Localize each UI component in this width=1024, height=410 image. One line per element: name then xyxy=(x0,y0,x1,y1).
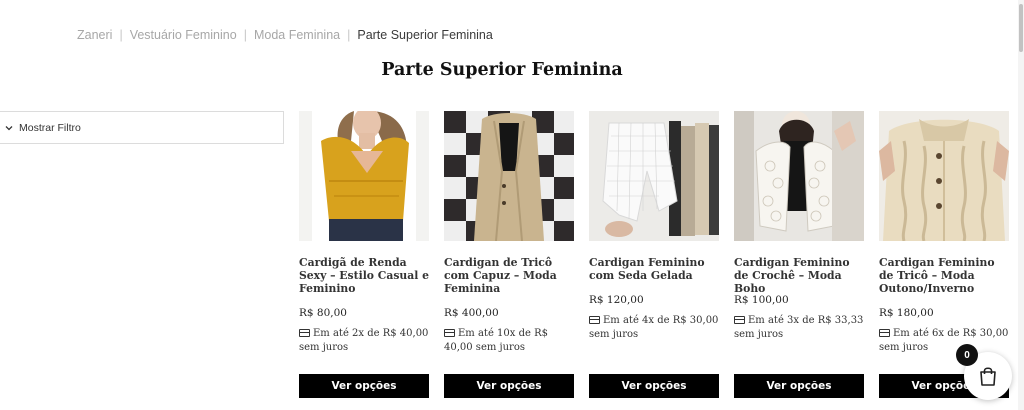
installment-text: Em até 4x de R$ 30,00 sem juros xyxy=(589,315,719,340)
product-price: R$ 400,00 xyxy=(444,307,499,319)
product-image[interactable] xyxy=(589,111,719,241)
view-options-button[interactable]: Ver opções xyxy=(589,374,719,398)
product-name[interactable]: Cardigan Feminino de Tricô – Moda Outono… xyxy=(879,256,1009,296)
product-name[interactable]: Cardigan de Tricô com Capuz – Moda Femin… xyxy=(444,256,574,296)
product-price: R$ 180,00 xyxy=(879,307,934,319)
breadcrumb: Zaneri | Vestuário Feminino | Moda Feminina |… xyxy=(77,28,493,42)
chevron-down-icon xyxy=(5,125,13,130)
product-price: R$ 120,00 xyxy=(589,294,644,306)
page-title: Parte Superior Feminina xyxy=(381,60,623,80)
product-image[interactable] xyxy=(734,111,864,241)
product-card: Cardigan Feminino de Tricô – Moda Outono… xyxy=(879,111,1009,398)
product-card: Cardigan Feminino com Seda Gelada R$ 120… xyxy=(589,111,719,398)
product-card: Cardigan de Tricô com Capuz – Moda Femin… xyxy=(444,111,574,398)
product-installment: Em até 4x de R$ 30,00 sem juros xyxy=(589,314,724,342)
credit-card-icon xyxy=(879,329,890,337)
product-name[interactable]: Cardigan Feminino com Seda Gelada xyxy=(589,256,719,296)
view-options-button[interactable]: Ver opções xyxy=(444,374,574,398)
scrollbar-thumb[interactable] xyxy=(1019,4,1023,52)
show-filter-label: Mostrar Filtro xyxy=(19,121,81,134)
cart-count-badge: 0 xyxy=(956,344,978,366)
shopping-bag-icon xyxy=(980,367,996,386)
view-options-button[interactable]: Ver opções xyxy=(299,374,429,398)
product-price: R$ 100,00 xyxy=(734,294,789,306)
product-card: Cardigan Feminino de Crochê – Moda Boho … xyxy=(734,111,864,398)
credit-card-icon xyxy=(589,316,600,324)
product-installment: Em até 10x de R$ 40,00 sem juros xyxy=(444,327,579,355)
credit-card-icon xyxy=(444,329,455,337)
breadcrumb-current: Parte Superior Feminina xyxy=(357,28,493,42)
product-installment: Em até 3x de R$ 33,33 sem juros xyxy=(734,314,869,342)
view-options-button[interactable]: Ver opções xyxy=(734,374,864,398)
installment-text: Em até 3x de R$ 33,33 sem juros xyxy=(734,315,864,340)
breadcrumb-separator: | xyxy=(119,28,123,42)
product-installment: Em até 6x de R$ 30,00 sem juros xyxy=(879,327,1014,355)
product-name[interactable]: Cardigan Feminino de Crochê – Moda Boho xyxy=(734,256,864,296)
product-name[interactable]: Cardigã de Renda Sexy – Estilo Casual e … xyxy=(299,256,429,296)
breadcrumb-separator: | xyxy=(243,28,247,42)
breadcrumb-link-home[interactable]: Zaneri xyxy=(77,28,112,42)
breadcrumb-separator: | xyxy=(347,28,351,42)
installment-text: Em até 6x de R$ 30,00 sem juros xyxy=(879,328,1009,353)
product-image[interactable] xyxy=(444,111,574,241)
breadcrumb-link-womens-clothing[interactable]: Vestuário Feminino xyxy=(130,28,237,42)
breadcrumb-link-womens-fashion[interactable]: Moda Feminina xyxy=(254,28,340,42)
installment-text: Em até 10x de R$ 40,00 sem juros xyxy=(444,328,548,353)
page-scrollbar[interactable] xyxy=(1018,0,1024,410)
credit-card-icon xyxy=(299,329,310,337)
product-price: R$ 80,00 xyxy=(299,307,347,319)
product-installment: Em até 2x de R$ 40,00 sem juros xyxy=(299,327,434,355)
product-card: Cardigã de Renda Sexy – Estilo Casual e … xyxy=(299,111,429,398)
product-grid: Cardigã de Renda Sexy – Estilo Casual e … xyxy=(299,111,1024,410)
product-image[interactable] xyxy=(299,111,429,241)
credit-card-icon xyxy=(734,316,745,324)
show-filter-toggle[interactable]: Mostrar Filtro xyxy=(0,111,284,144)
installment-text: Em até 2x de R$ 40,00 sem juros xyxy=(299,328,429,353)
product-image[interactable] xyxy=(879,111,1009,241)
